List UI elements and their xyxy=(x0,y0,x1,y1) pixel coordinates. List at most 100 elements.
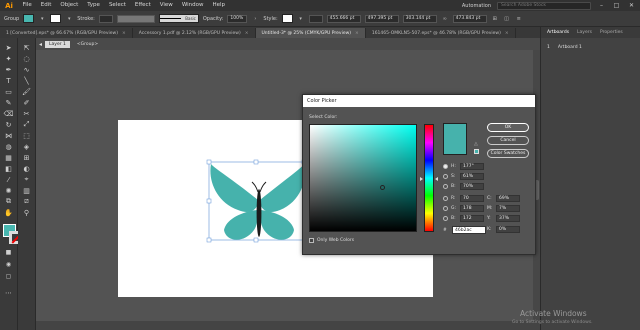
minimize-icon[interactable]: – xyxy=(597,2,606,9)
maximize-icon[interactable]: □ xyxy=(612,2,621,9)
direct-selection-icon[interactable]: ⇱ xyxy=(21,43,32,52)
web-colors-checkbox[interactable] xyxy=(309,238,314,243)
gradient-tool-icon[interactable]: ◧ xyxy=(3,164,14,173)
web-colors-option[interactable]: Only Web Colors xyxy=(309,238,354,243)
stroke-weight-field[interactable] xyxy=(98,14,113,23)
close-icon[interactable]: ✕ xyxy=(627,2,636,9)
artboard-tool-icon[interactable]: ⧉ xyxy=(3,197,14,206)
green-field[interactable]: 178 xyxy=(460,205,484,212)
link-icon[interactable]: ∞ xyxy=(441,15,449,23)
back-arrow-icon[interactable]: ◂ xyxy=(39,41,42,48)
pencil-tool-icon[interactable]: ✎ xyxy=(3,98,14,107)
brightness-field[interactable]: 70% xyxy=(460,183,484,190)
transform-icon[interactable]: ⊞ xyxy=(491,15,499,23)
type-tool-icon[interactable]: T xyxy=(3,76,14,85)
measure-tool-icon[interactable]: ⌖ xyxy=(21,175,32,184)
hex-field[interactable]: 46b2ac xyxy=(452,226,486,234)
tab-layers[interactable]: Layers xyxy=(577,30,592,35)
chevron-down-icon[interactable]: ▾ xyxy=(297,15,305,23)
workspace-switcher[interactable]: Automation xyxy=(462,3,491,9)
gamut-color-swatch[interactable] xyxy=(474,149,479,154)
screen-mode-icon[interactable]: ▢ xyxy=(3,272,14,281)
hue-slider[interactable] xyxy=(424,124,434,232)
align-options[interactable] xyxy=(308,14,323,23)
out-of-gamut-icon[interactable]: ◬ xyxy=(474,141,479,147)
eyedropper-icon[interactable]: ⁄ xyxy=(3,175,14,184)
color-spectrum-field[interactable] xyxy=(309,124,417,232)
mesh-tool-icon[interactable]: ⊞ xyxy=(21,153,32,162)
magenta-field[interactable]: 7% xyxy=(496,205,520,212)
fill-color-swatch[interactable] xyxy=(23,14,35,23)
chevron-right-icon[interactable]: › xyxy=(251,15,259,23)
menu-help[interactable]: Help xyxy=(208,0,230,11)
tab-document-3-active[interactable]: Untitled-3* @ 25% (CMYK/GPU Preview) × xyxy=(255,28,366,38)
cancel-button[interactable]: Cancel xyxy=(487,136,529,145)
menu-type[interactable]: Type xyxy=(83,0,105,11)
menu-file[interactable]: File xyxy=(18,0,36,11)
close-icon[interactable]: × xyxy=(505,31,509,36)
magic-wand-icon[interactable]: ✦ xyxy=(3,54,14,63)
isolate-icon[interactable]: ◫ xyxy=(503,15,511,23)
live-paint-icon[interactable]: ◈ xyxy=(21,142,32,151)
chevron-down-icon[interactable]: ▾ xyxy=(38,15,46,23)
close-icon[interactable]: × xyxy=(355,31,359,36)
tab-document-1[interactable]: 1 [Converted].eps* @ 66.67% (RGB/GPU Pre… xyxy=(0,28,133,38)
close-icon[interactable]: × xyxy=(122,31,126,36)
tab-document-2[interactable]: Accessory 1.pdf @ 2.12% (RGB/GPU Preview… xyxy=(133,28,256,38)
line-tool-icon[interactable]: ╲ xyxy=(21,76,32,85)
cyan-field[interactable]: 69% xyxy=(496,195,520,202)
curvature-tool-icon[interactable]: ∿ xyxy=(21,65,32,74)
horizontal-scrollbar[interactable] xyxy=(36,321,540,330)
artboard-list-item[interactable]: 1 Artboard 1 xyxy=(541,43,640,52)
tab-artboards[interactable]: Artboards xyxy=(547,30,569,35)
scale-tool-icon[interactable]: ⤢ xyxy=(21,120,32,129)
saturation-radio[interactable] xyxy=(443,174,448,179)
hand-tool-icon[interactable]: ✋ xyxy=(3,208,14,217)
shape-builder-icon[interactable]: ◍ xyxy=(3,142,14,151)
tab-properties[interactable]: Properties xyxy=(600,30,623,35)
more-tools-icon[interactable]: ⋯ xyxy=(3,288,14,297)
y-field[interactable]: 497.395 pt xyxy=(364,14,399,23)
height-field[interactable]: 473.843 pt xyxy=(452,14,487,23)
width-tool-icon[interactable]: ⋈ xyxy=(3,131,14,140)
black-field[interactable]: 0% xyxy=(496,226,520,233)
lasso-tool-icon[interactable]: ◌ xyxy=(21,54,32,63)
free-transform-icon[interactable]: ⬚ xyxy=(21,131,32,140)
rectangle-tool-icon[interactable]: ▭ xyxy=(3,87,14,96)
rotate-tool-icon[interactable]: ↻ xyxy=(3,120,14,129)
pen-tool-icon[interactable]: ✒ xyxy=(3,65,14,74)
blue-field[interactable]: 172 xyxy=(460,215,484,222)
symbol-sprayer-icon[interactable]: ✺ xyxy=(3,186,14,195)
close-icon[interactable]: × xyxy=(245,31,249,36)
scissors-icon[interactable]: ✂ xyxy=(21,109,32,118)
draw-mode-icon[interactable]: ◉ xyxy=(3,260,14,269)
width-field[interactable]: 303.144 pt xyxy=(402,14,437,23)
red-radio[interactable] xyxy=(443,196,448,201)
red-field[interactable]: 70 xyxy=(460,195,484,202)
blend-tool-icon[interactable]: ◐ xyxy=(21,164,32,173)
selection-tool-icon[interactable]: ➤ xyxy=(3,43,14,52)
hue-slider-left-arrow[interactable] xyxy=(420,177,423,181)
perspective-icon[interactable]: ▦ xyxy=(3,153,14,162)
hue-field[interactable]: 177° xyxy=(460,163,484,170)
menu-view[interactable]: View xyxy=(155,0,177,11)
menu-object[interactable]: Object xyxy=(56,0,83,11)
hue-radio[interactable] xyxy=(443,164,448,169)
variable-width-field[interactable] xyxy=(116,14,155,23)
graphic-style-swatch[interactable] xyxy=(281,14,293,23)
x-field[interactable]: 455.666 pt xyxy=(326,14,361,23)
paintbrush-icon[interactable]: 🖌 xyxy=(21,87,32,96)
menu-effect[interactable]: Effect xyxy=(130,0,155,11)
opacity-field[interactable]: 100% xyxy=(227,14,248,23)
menu-edit[interactable]: Edit xyxy=(36,0,56,11)
blue-radio[interactable] xyxy=(443,216,448,221)
brightness-radio[interactable] xyxy=(443,184,448,189)
breadcrumb-layer[interactable]: Layer 1 xyxy=(45,40,70,48)
hue-slider-right-arrow[interactable] xyxy=(435,177,438,181)
stock-search-input[interactable]: Search Adobe Stock xyxy=(497,1,591,10)
chevron-down-icon[interactable]: ▾ xyxy=(65,15,73,23)
breadcrumb-group[interactable]: <Group> xyxy=(73,41,102,48)
green-radio[interactable] xyxy=(443,206,448,211)
eraser-tool-icon[interactable]: ⌫ xyxy=(3,109,14,118)
color-swatches-button[interactable]: Color Swatches xyxy=(487,149,529,158)
